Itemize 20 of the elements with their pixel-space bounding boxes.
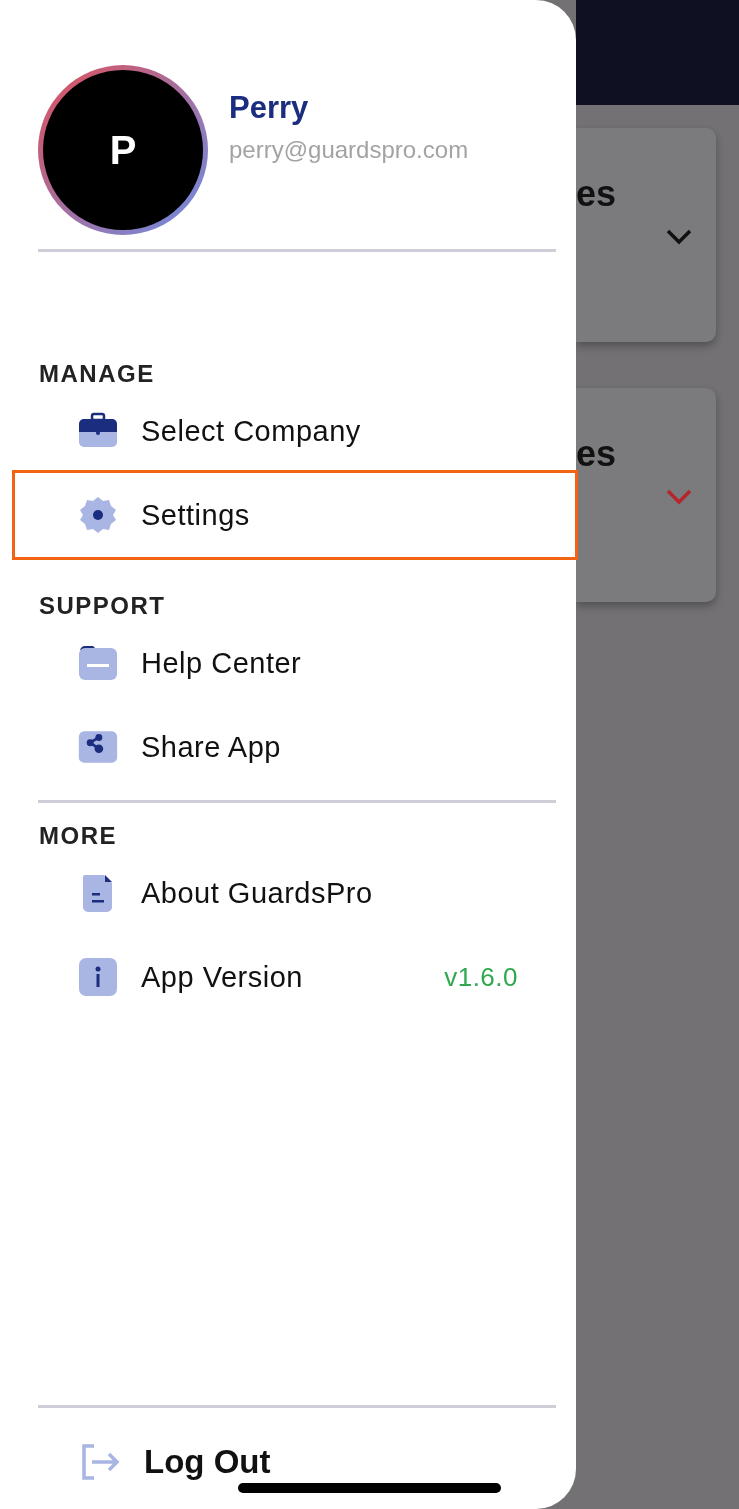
menu-item[interactable]: App Version v1.6.0 (0, 935, 576, 1019)
logout-button[interactable]: Log Out (80, 1442, 271, 1482)
avatar-initial: P (109, 127, 137, 173)
folder-icon (78, 643, 118, 683)
menu-item[interactable]: Select Company (0, 389, 576, 473)
card-title: es (576, 173, 617, 215)
user-email: perry@guardspro.com (229, 136, 469, 164)
section-heading: SUPPORT (39, 591, 167, 621)
logout-icon (80, 1442, 120, 1482)
menu-item[interactable]: About GuardsPro (0, 851, 576, 935)
section-heading: MANAGE (39, 359, 156, 389)
user-name: Perry (229, 90, 310, 126)
card-title: es (576, 433, 617, 475)
menu-item[interactable]: Help Center (0, 621, 576, 705)
info-icon (78, 957, 118, 997)
menu-item[interactable]: Share App (0, 705, 576, 789)
menu-item[interactable]: Settings (15, 473, 575, 557)
gear-icon (78, 495, 118, 535)
section-heading: MORE (39, 821, 118, 851)
version-number: v1.6.0 (444, 961, 518, 993)
